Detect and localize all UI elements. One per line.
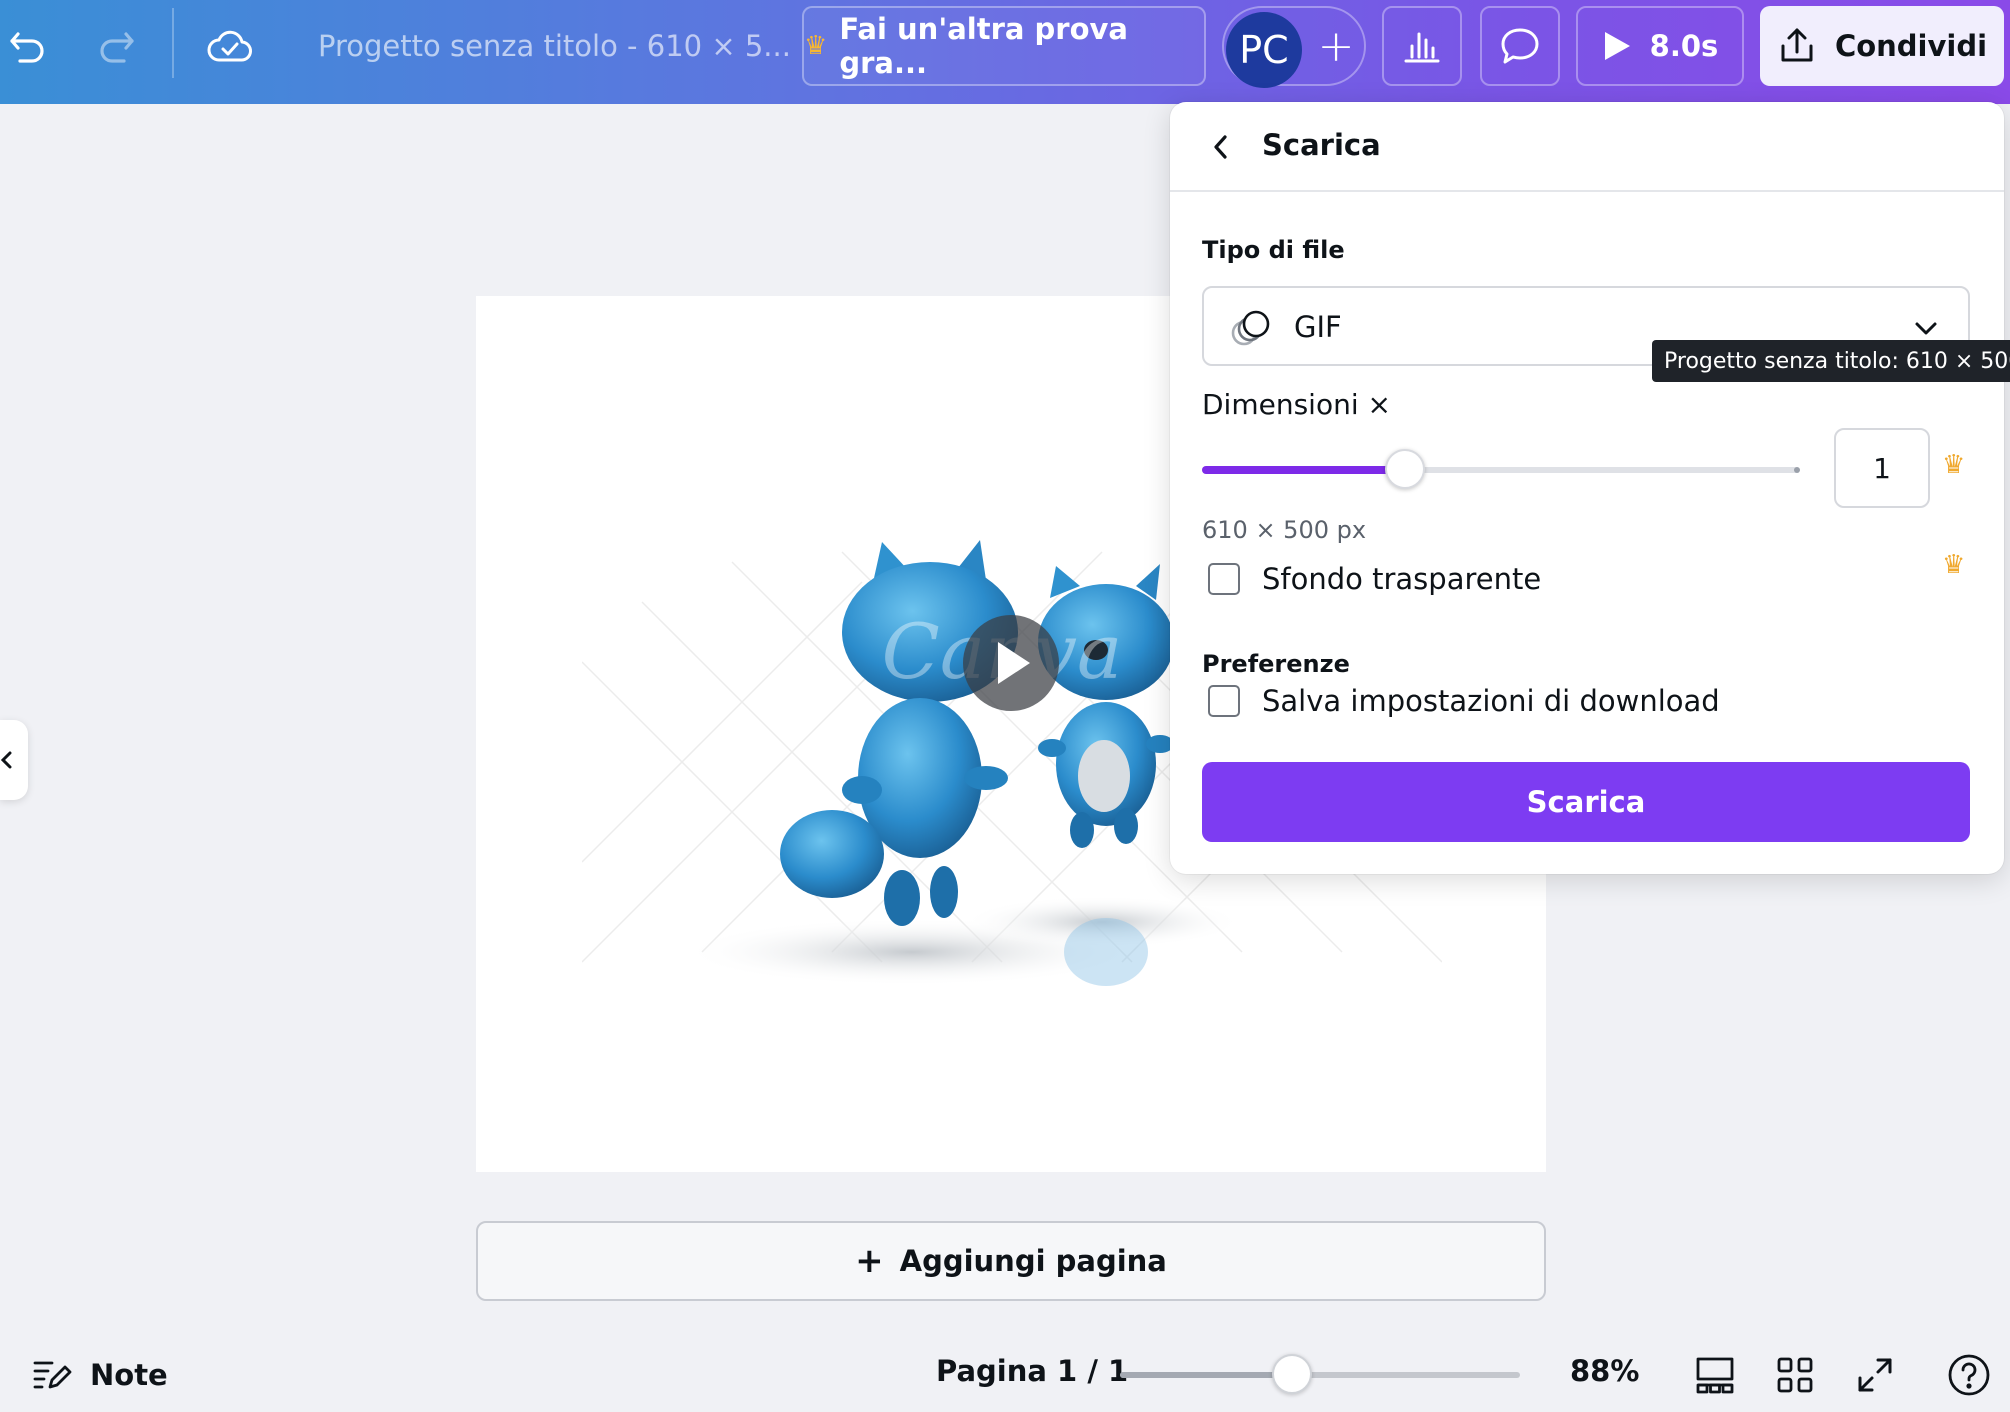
play-icon — [1604, 32, 1630, 60]
transparent-bg-checkbox[interactable] — [1208, 563, 1240, 595]
crown-icon: ♛ — [804, 31, 828, 61]
project-title[interactable]: Progetto senza titolo - 610 × 5... — [318, 22, 791, 70]
zoom-slider-handle[interactable] — [1272, 1354, 1312, 1394]
plus-icon: + — [1317, 20, 1355, 72]
zoom-slider-fill — [1120, 1372, 1292, 1378]
size-slider[interactable] — [1202, 449, 1800, 489]
premium-crown-icon: ♛ — [1942, 550, 1966, 580]
toolbar-divider — [172, 8, 174, 78]
chevron-down-icon — [1915, 322, 1937, 335]
file-type-label: Tipo di file — [1202, 236, 1345, 264]
save-status-button[interactable] — [200, 18, 260, 74]
share-label: Condividi — [1834, 29, 1988, 63]
size-scale-input[interactable] — [1834, 428, 1930, 508]
add-page-button[interactable]: + Aggiungi pagina — [476, 1221, 1546, 1301]
zoom-level[interactable]: 88% — [1570, 1354, 1639, 1388]
collaborators-group: PC + — [1222, 6, 1366, 88]
save-settings-option[interactable]: Salva impostazioni di download — [1208, 684, 1720, 718]
chevron-left-icon — [0, 751, 12, 769]
gif-file-icon — [1231, 310, 1270, 346]
plus-icon: + — [855, 1241, 884, 1281]
add-collaborator-button[interactable]: + — [1308, 18, 1364, 74]
present-play-button[interactable]: 8.0s — [1576, 6, 1744, 86]
page-view-button[interactable] — [1690, 1350, 1740, 1400]
help-icon — [1948, 1354, 1990, 1396]
preferences-label: Preferenze — [1202, 650, 1350, 678]
help-button[interactable] — [1944, 1350, 1994, 1400]
side-panel-toggle[interactable] — [0, 720, 28, 800]
blue-cat-left — [780, 540, 1018, 926]
transparent-bg-label: Sfondo trasparente — [1262, 562, 1542, 596]
chevron-left-icon — [1214, 135, 1227, 159]
download-button[interactable]: Scarica — [1202, 762, 1970, 842]
comment-icon — [1501, 28, 1539, 64]
play-overlay-button[interactable] — [963, 615, 1059, 711]
bar-chart-icon — [1404, 32, 1440, 63]
insights-button[interactable] — [1382, 6, 1462, 86]
size-slider-end — [1794, 467, 1800, 473]
save-settings-checkbox[interactable] — [1208, 685, 1240, 717]
redo-button[interactable] — [88, 18, 144, 74]
expand-icon — [1858, 1358, 1892, 1392]
page-view-icon — [1696, 1357, 1734, 1394]
free-trial-button[interactable]: ♛ Fai un'altra prova gra... — [802, 6, 1206, 86]
play-duration: 8.0s — [1649, 29, 1719, 63]
bottom-toolbar: Note Pagina 1 / 1 88% — [0, 1340, 2010, 1412]
top-toolbar: Progetto senza titolo - 610 × 5... ♛ Fai… — [0, 0, 2010, 104]
save-settings-label: Salva impostazioni di download — [1262, 684, 1720, 718]
project-title-tooltip: Progetto senza titolo: 610 × 500 — [1652, 340, 2010, 382]
free-trial-label: Fai un'altra prova gra... — [839, 12, 1128, 80]
back-button[interactable] — [1198, 124, 1244, 170]
notes-button[interactable]: Note — [32, 1350, 168, 1400]
download-panel-header: Scarica — [1170, 102, 2004, 192]
file-type-value: GIF — [1294, 310, 1342, 344]
comments-button[interactable] — [1480, 6, 1560, 86]
share-button[interactable]: Condividi — [1760, 6, 2004, 86]
upload-share-icon — [1781, 28, 1813, 62]
fullscreen-button[interactable] — [1850, 1350, 1900, 1400]
grid-view-button[interactable] — [1770, 1350, 1820, 1400]
cloud-check-icon — [207, 30, 252, 62]
panel-title: Scarica — [1262, 128, 1381, 162]
notes-label: Note — [90, 1358, 168, 1392]
undo-icon — [10, 32, 44, 63]
notes-pencil-icon — [33, 1361, 72, 1389]
size-px-text: 610 × 500 px — [1202, 516, 1367, 544]
grid-icon — [1777, 1357, 1813, 1393]
download-panel: Scarica Tipo di file GIF Dimensioni × ♛ … — [1170, 102, 2004, 874]
page-indicator[interactable]: Pagina 1 / 1 — [936, 1354, 1128, 1388]
size-label: Dimensioni × — [1202, 388, 1391, 421]
redo-icon — [100, 32, 134, 63]
zoom-slider[interactable] — [1120, 1354, 1520, 1394]
add-page-label: Aggiungi pagina — [899, 1244, 1167, 1278]
undo-button[interactable] — [0, 18, 56, 74]
size-slider-fill — [1202, 466, 1405, 474]
avatar[interactable]: PC — [1226, 12, 1302, 88]
premium-crown-icon: ♛ — [1942, 450, 1966, 480]
size-slider-handle[interactable] — [1384, 449, 1425, 489]
transparent-bg-option[interactable]: Sfondo trasparente — [1208, 562, 1541, 596]
